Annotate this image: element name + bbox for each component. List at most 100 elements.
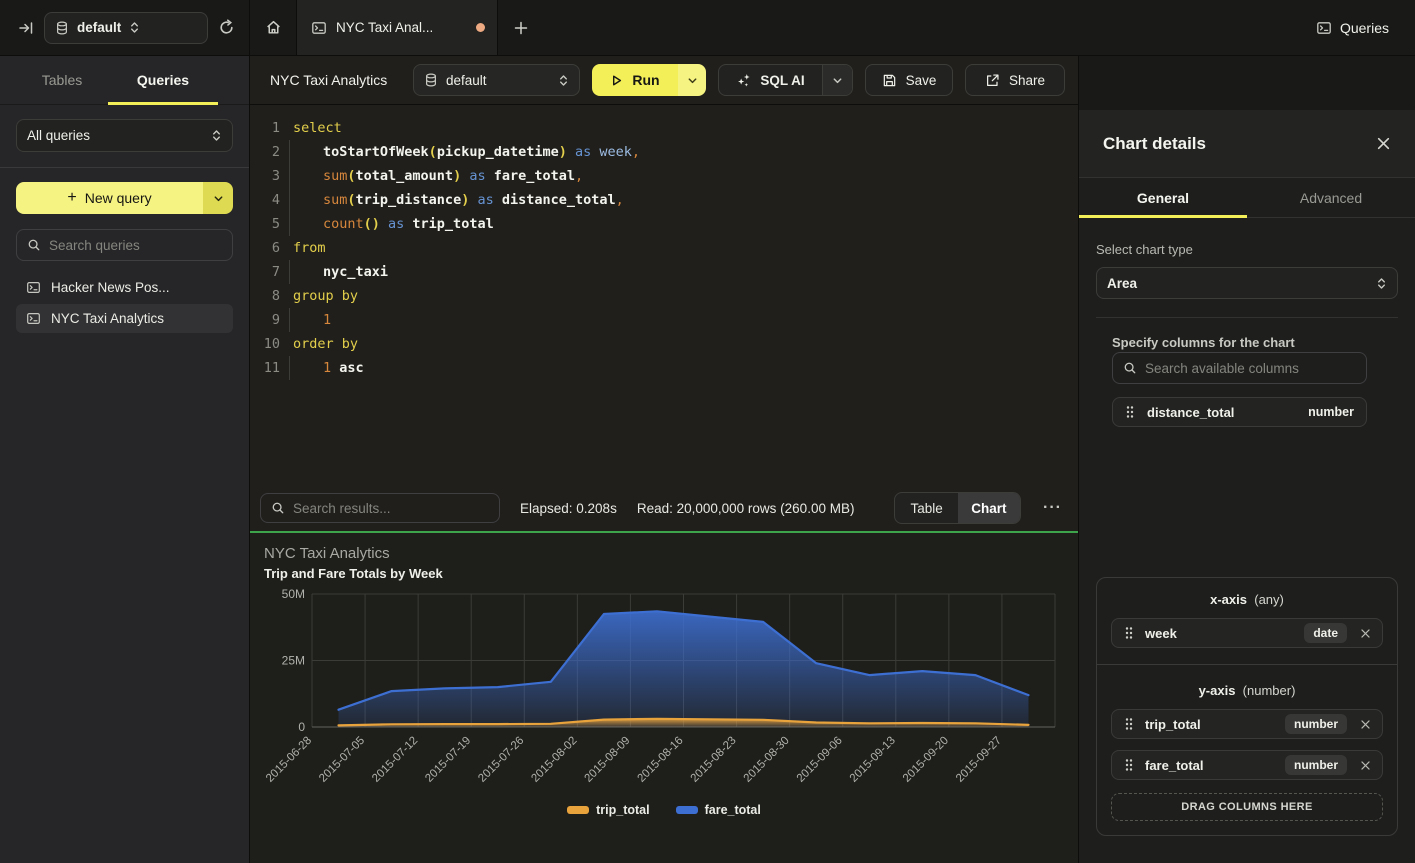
y-axis-column-fare-total[interactable]: fare_total number [1111,750,1383,780]
run-button[interactable]: Run [592,64,706,96]
code-line: group by [293,284,1078,308]
svg-text:2015-06-28: 2015-06-28 [264,735,314,785]
toolbar-actions: default Run [413,64,1065,96]
svg-text:2015-08-23: 2015-08-23 [689,735,739,785]
top-bar: default NYC Taxi Anal... [0,0,1415,56]
results-search-input[interactable] [293,501,489,516]
view-switcher: Table Chart [894,492,1021,524]
query-filter-value: All queries [27,128,203,143]
remove-column-icon[interactable] [1358,758,1373,773]
tab-advanced[interactable]: Advanced [1247,178,1415,217]
elapsed-stat: Elapsed: 0.208s [520,501,617,516]
database-icon [55,21,69,35]
chart-panel: NYC Taxi Analytics Trip and Fare Totals … [250,533,1078,863]
code-line: 1 [293,308,1078,332]
y-axis-column-trip-total[interactable]: trip_total number [1111,709,1383,739]
run-options-dropdown[interactable] [678,64,706,96]
sql-ai-label: SQL AI [760,73,804,88]
save-icon [882,73,897,88]
new-tab-button[interactable] [498,0,544,55]
sql-ai-main[interactable]: SQL AI [719,73,822,88]
run-label: Run [632,72,659,88]
run-button-main[interactable]: Run [592,64,678,96]
sql-console-app: default NYC Taxi Anal... [0,0,1415,863]
share-button[interactable]: Share [965,64,1065,96]
svg-text:2015-09-13: 2015-09-13 [848,735,898,785]
code-line: nyc_taxi [293,260,1078,284]
more-options-icon[interactable]: ··· [1041,499,1064,517]
drag-columns-drop-zone[interactable]: DRAG COLUMNS HERE [1111,793,1383,821]
drag-handle-icon[interactable] [1124,626,1134,640]
chart-subtitle: Trip and Fare Totals by Week [264,566,443,581]
svg-text:2015-09-20: 2015-09-20 [901,735,951,785]
page-title: NYC Taxi Analytics [270,72,413,88]
query-list: Hacker News Pos... NYC Taxi Analytics [16,273,233,333]
legend-item-fare_total[interactable]: fare_total [676,803,761,817]
sql-ai-button[interactable]: SQL AI [718,64,853,96]
results-search[interactable] [260,493,500,523]
sql-ai-dropdown[interactable] [822,65,852,95]
sql-editor[interactable]: 1234567891011 selecttoStartOfWeek(pickup… [250,105,1078,485]
sidebar-tab-tables[interactable]: Tables [16,56,108,104]
x-axis-header: x-axis (any) [1111,590,1383,607]
query-list-item[interactable]: Hacker News Pos... [16,273,233,302]
tab-nyc-taxi-analytics[interactable]: NYC Taxi Anal... [296,0,498,55]
columns-search-input[interactable] [1145,361,1356,376]
available-column-distance-total[interactable]: distance_total number [1112,397,1367,427]
chart-title: NYC Taxi Analytics [264,545,390,562]
terminal-icon [26,311,41,326]
columns-section: Specify columns for the chart distance [1112,334,1367,427]
queries-button[interactable]: Queries [1316,20,1389,36]
new-query-dropdown[interactable] [203,182,233,214]
drag-handle-icon[interactable] [1124,758,1134,772]
refresh-icon[interactable] [218,19,235,36]
drag-handle-icon[interactable] [1124,717,1134,731]
run-database-selector[interactable]: default [413,64,580,96]
axis-card: x-axis (any) week date [1096,577,1398,836]
sidebar-search-input[interactable] [49,238,222,253]
database-icon [424,73,438,87]
save-button[interactable]: Save [865,64,953,96]
svg-text:2015-08-09: 2015-08-09 [582,735,632,785]
sidebar-tab-queries[interactable]: Queries [108,56,218,104]
remove-column-icon[interactable] [1358,626,1373,641]
sidebar-search[interactable] [16,229,233,261]
drag-handle-icon[interactable] [1125,405,1135,419]
chevron-updown-icon [558,74,569,87]
terminal-icon [1316,20,1332,36]
chart-type-select[interactable]: Area [1096,267,1398,299]
topbar-right: Queries [1316,0,1415,55]
tab-label: NYC Taxi Anal... [336,20,467,35]
svg-text:2015-07-05: 2015-07-05 [317,735,367,785]
view-tab-table[interactable]: Table [895,493,957,523]
search-icon [27,238,41,252]
column-type-badge: date [1304,623,1347,643]
code-line: toStartOfWeek(pickup_datetime) as week, [293,140,1078,164]
editor-gutter: 1234567891011 [250,116,280,485]
search-icon [271,501,285,515]
home-tab[interactable] [250,0,296,55]
query-filter-select[interactable]: All queries [16,119,233,152]
close-icon[interactable] [1376,136,1391,151]
code-line: 1 asc [293,356,1078,380]
new-query-button[interactable]: + New query [16,182,233,214]
view-tab-chart[interactable]: Chart [958,493,1020,523]
y-axis-hint: (number) [1243,683,1296,698]
chevron-updown-icon [1376,277,1387,290]
database-selector-value: default [77,20,121,35]
new-query-main[interactable]: + New query [16,182,203,214]
columns-search[interactable] [1112,352,1367,384]
collapse-sidebar-icon[interactable] [18,20,34,36]
query-list-item-selected[interactable]: NYC Taxi Analytics [16,304,233,333]
x-axis-column-week[interactable]: week date [1111,618,1383,648]
query-toolbar: NYC Taxi Analytics default [250,56,1078,105]
sidebar-body: All queries + New query [0,105,249,333]
database-selector[interactable]: default [44,12,208,44]
y-axis-header: y-axis (number) [1111,681,1383,698]
read-stat: Read: 20,000,000 rows (260.00 MB) [637,501,855,516]
legend-item-trip_total[interactable]: trip_total [567,803,649,817]
code-line: select [293,116,1078,140]
tab-general[interactable]: General [1079,178,1247,217]
remove-column-icon[interactable] [1358,717,1373,732]
chart-details-panel: Chart details General Advanced Select ch… [1079,110,1415,863]
